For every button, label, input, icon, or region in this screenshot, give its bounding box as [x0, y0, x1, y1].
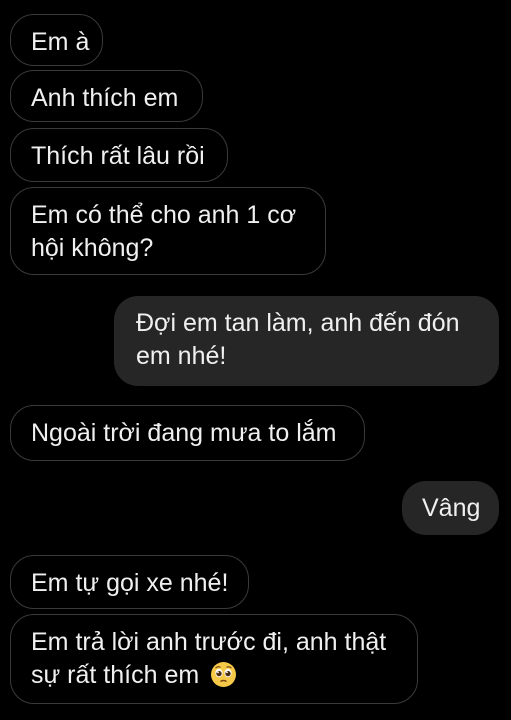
message-text: Vâng — [422, 494, 481, 522]
message-bubble-incoming[interactable]: Ngoài trời đang mưa to lắm — [10, 405, 365, 461]
message-text: Anh thích em — [31, 84, 179, 112]
message-bubble-incoming[interactable]: Anh thích em — [10, 70, 203, 122]
message-bubble-incoming[interactable]: Em trả lời anh trước đi, anh thật sự rất… — [10, 614, 418, 704]
message-bubble-incoming[interactable]: Em có thể cho anh 1 cơ hội không? — [10, 187, 326, 275]
message-bubble-outgoing[interactable]: Đợi em tan làm, anh đến đón em nhé! — [114, 296, 499, 386]
message-bubble-incoming[interactable]: Em tự gọi xe nhé! — [10, 555, 249, 609]
message-text: Ngoài trời đang mưa to lắm — [31, 419, 337, 447]
message-text-line: sự rất thích em — [31, 659, 397, 692]
message-text-line: em nhé! — [136, 342, 227, 370]
message-text: sự rất thích em — [31, 661, 200, 689]
message-text: Thích rất lâu rồi — [31, 142, 205, 170]
message-bubble-outgoing[interactable]: Vâng — [402, 481, 499, 535]
chat-thread: Em à Anh thích em Thích rất lâu rồi Em c… — [0, 0, 511, 720]
pleading-face-emoji-icon — [210, 661, 237, 688]
message-text: Em à — [31, 28, 90, 56]
message-text-line: hội không? — [31, 234, 154, 262]
message-text: Em tự gọi xe nhé! — [31, 569, 229, 597]
message-bubble-incoming[interactable]: Thích rất lâu rồi — [10, 128, 228, 182]
message-text-line: Em trả lời anh trước đi, anh thật — [31, 628, 387, 656]
message-text-line: Đợi em tan làm, anh đến đón — [136, 309, 460, 337]
message-text-line: Em có thể cho anh 1 cơ — [31, 201, 297, 229]
message-bubble-incoming[interactable]: Em à — [10, 14, 103, 66]
